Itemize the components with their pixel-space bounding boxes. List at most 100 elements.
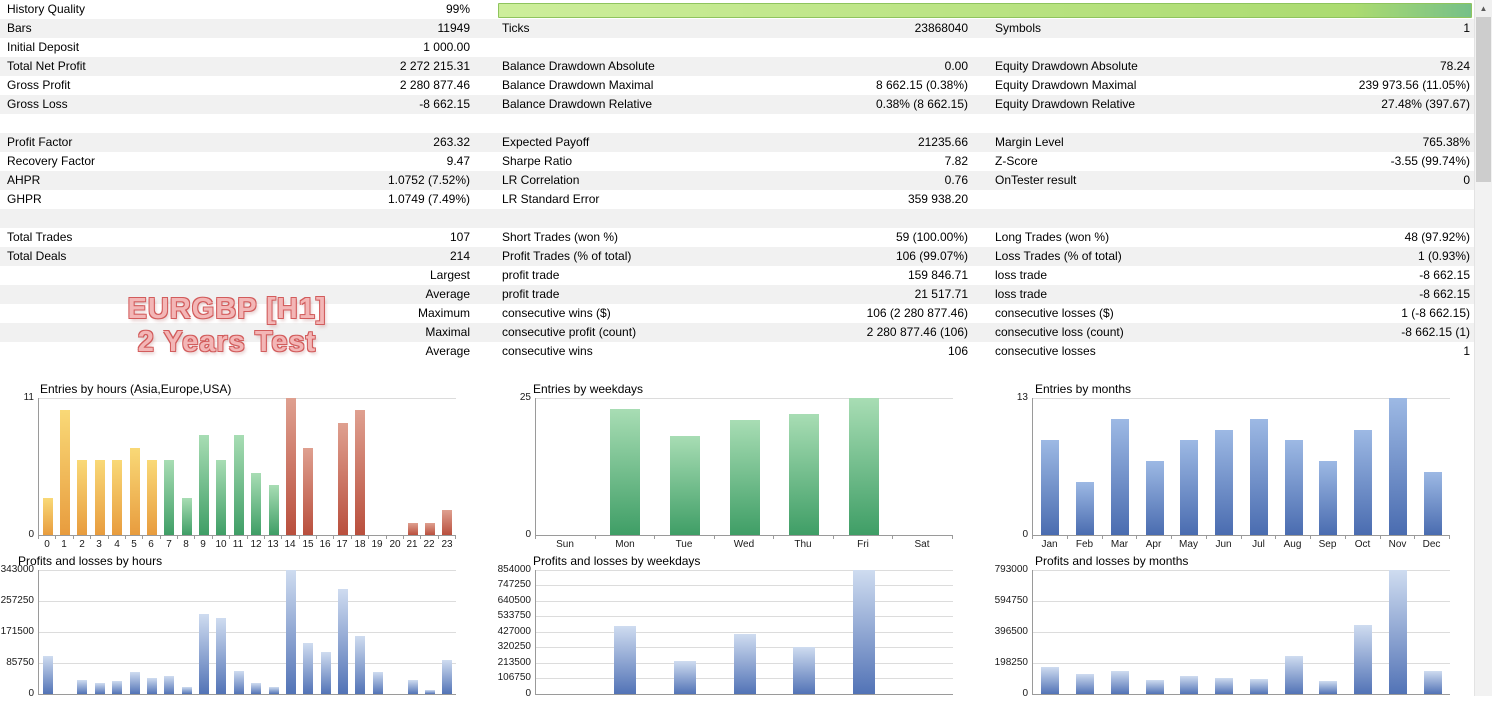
- stats-row: Recovery Factor 9.47 Sharpe Ratio 7.82 Z-Sco…: [0, 152, 1475, 171]
- x-axis-label: 21: [406, 539, 418, 550]
- stats-row: Maximum consecutive wins ($) 106 (2 280 87…: [0, 304, 1475, 323]
- bar: [286, 398, 296, 535]
- y-axis-label: 0: [525, 529, 531, 540]
- x-axis-label: 15: [302, 539, 314, 550]
- chart-entries-by-months: Entries by months 0 13 Jan Feb Mar Apr May Jun Ju…: [994, 380, 1491, 550]
- axis-tick: [833, 536, 834, 539]
- chart-plot-area: [535, 398, 953, 536]
- axis-tick: [420, 536, 421, 539]
- bar: [853, 570, 875, 694]
- stats-row: Maximal consecutive profit (count) 2 280 8…: [0, 323, 1475, 342]
- scroll-up-button[interactable]: ▲: [1475, 0, 1492, 17]
- x-axis-label: 17: [336, 539, 348, 550]
- gridline: [39, 398, 456, 399]
- x-axis-label: 9: [200, 539, 206, 550]
- axis-tick: [386, 536, 387, 539]
- stat-label: Gross Loss: [7, 97, 68, 111]
- bar: [442, 510, 452, 535]
- x-axis-label: Oct: [1354, 539, 1371, 550]
- stat-label: Gross Profit: [7, 78, 71, 92]
- chart-plot-area: [38, 398, 456, 536]
- stat-value: -8 662.15: [419, 97, 470, 111]
- stat-label: Balance Drawdown Maximal: [502, 78, 654, 92]
- history-quality-bar: [498, 3, 1472, 18]
- stat-value: 1 (-8 662.15): [1401, 306, 1470, 320]
- axis-tick: [455, 536, 456, 539]
- x-axis-label: 11: [232, 539, 244, 550]
- x-axis-label: 10: [215, 539, 227, 550]
- x-axis-label: 22: [423, 539, 435, 550]
- axis-tick: [1345, 536, 1346, 539]
- stat-value: Largest: [429, 268, 470, 282]
- stats-row: History Quality 99%: [0, 0, 1475, 19]
- stat-label: profit trade: [502, 268, 560, 282]
- x-axis-label: 7: [166, 539, 172, 550]
- stat-value: -8 662.15: [1419, 287, 1470, 301]
- bar: [303, 448, 313, 535]
- bar: [1146, 461, 1164, 535]
- stats-row: AHPR 1.0752 (7.52%) LR Correlation 0.76 OnTe…: [0, 171, 1475, 190]
- bar: [1389, 570, 1407, 694]
- x-axis-label: 6: [148, 539, 154, 550]
- axis-tick: [1206, 536, 1207, 539]
- x-axis-label: 16: [319, 539, 331, 550]
- chart-plot-area: [38, 570, 456, 695]
- stat-label: Bars: [7, 21, 32, 35]
- stat-value: 239 973.56 (11.05%): [1358, 78, 1470, 92]
- scrollbar-thumb[interactable]: [1476, 17, 1491, 182]
- x-axis-label: 14: [284, 539, 296, 550]
- stats-row: Total Deals 214 Profit Trades (% of total)…: [0, 247, 1475, 266]
- stat-label: Loss Trades (% of total): [995, 249, 1122, 263]
- y-axis-label: 427000: [497, 626, 531, 637]
- bar: [234, 671, 244, 694]
- y-axis-label: 171500: [0, 626, 34, 637]
- stat-value: 1 000.00: [423, 40, 470, 54]
- stat-value: 1.0749 (7.49%): [387, 192, 470, 206]
- bar: [1250, 419, 1268, 535]
- chart-plot-area: [535, 570, 953, 695]
- x-axis-label: Jun: [1215, 539, 1232, 550]
- axis-tick: [1241, 536, 1242, 539]
- stats-row: Largest profit trade 159 846.71 loss trade -…: [0, 266, 1475, 285]
- stat-value: 263.32: [433, 135, 470, 149]
- x-axis-label: Dec: [1422, 539, 1441, 550]
- bar: [793, 647, 815, 694]
- stats-row: Average profit trade 21 517.71 loss trade -8…: [0, 285, 1475, 304]
- axis-tick: [299, 536, 300, 539]
- stat-value: 27.48% (397.67): [1381, 97, 1470, 111]
- stat-value: 0: [1463, 173, 1470, 187]
- axis-tick: [952, 536, 953, 539]
- stat-value: 21 517.71: [914, 287, 968, 301]
- stat-label: loss trade: [995, 287, 1048, 301]
- axis-tick: [125, 536, 126, 539]
- chart-title: Entries by months: [1035, 382, 1132, 396]
- stat-label: Balance Drawdown Relative: [502, 97, 653, 111]
- stats-row: [0, 114, 1475, 133]
- stat-value: 2 280 877.46: [399, 78, 470, 92]
- bar: [1354, 625, 1372, 694]
- stat-label: LR Standard Error: [502, 192, 600, 206]
- x-axis-label: 0: [44, 539, 50, 550]
- y-axis-label: 11: [23, 392, 34, 403]
- y-axis-label: 343000: [0, 564, 34, 575]
- axis-tick: [368, 536, 369, 539]
- stat-label: History Quality: [7, 2, 86, 16]
- stat-label: AHPR: [7, 173, 41, 187]
- bar: [112, 460, 122, 535]
- y-axis-label: 0: [1022, 529, 1028, 540]
- stat-label: Short Trades (won %): [502, 230, 619, 244]
- y-axis-label: 13: [1016, 392, 1028, 403]
- bar: [442, 660, 452, 694]
- x-axis-label: 13: [267, 539, 279, 550]
- stats-row: GHPR 1.0749 (7.49%) LR Standard Error 359 9…: [0, 190, 1475, 209]
- chart-title: Entries by weekdays: [533, 382, 644, 396]
- gridline: [1033, 570, 1450, 571]
- axis-tick: [212, 536, 213, 539]
- bar: [286, 570, 296, 694]
- y-axis-label: 533750: [497, 610, 531, 621]
- stat-label: Equity Drawdown Maximal: [995, 78, 1137, 92]
- axis-tick: [194, 536, 195, 539]
- bar: [164, 460, 174, 535]
- vertical-scrollbar[interactable]: ▲: [1474, 0, 1492, 696]
- bar: [216, 460, 226, 535]
